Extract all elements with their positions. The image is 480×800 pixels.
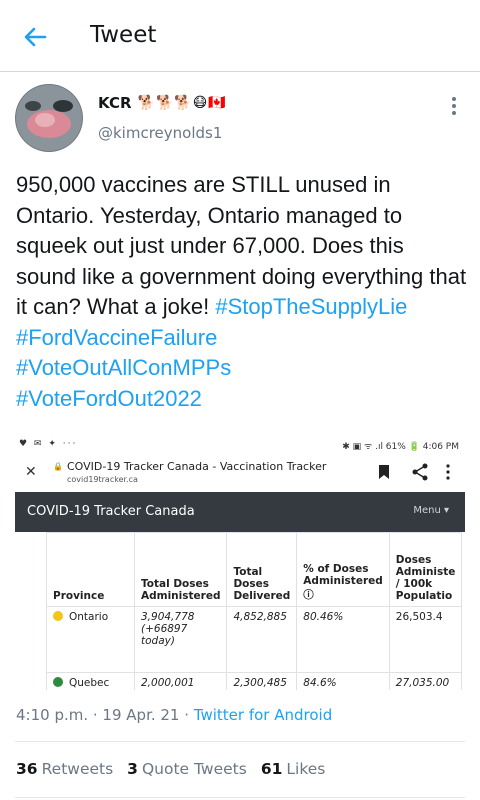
table-cell: 80.46% [296,606,390,673]
column-header: Province [46,532,135,607]
vaccination-table: Province Total Doses Administered Total … [46,532,463,690]
close-icon: ✕ [25,464,37,480]
more-options-icon[interactable] [446,94,462,118]
page-title: Tweet [90,22,157,48]
column-header: % of Doses Administered ⓘ [296,532,390,607]
site-brand: COVID-19 Tracker Canada [27,504,195,519]
hashtag-link[interactable]: #VoteFordOut2022 [16,384,468,415]
avatar-image [15,84,83,152]
table-row: Quebec 2,000,001 2,300,485 84.6% 27,035.… [46,672,463,690]
status-icons-right: ✱ ▣ ᯤ .ıl 61% 🔋 4:06 PM [342,442,459,452]
hashtag-link[interactable]: #StopTheSupplyLie [215,294,407,319]
browser-menu-icon [446,464,450,480]
table-cell: Quebec [46,672,135,690]
lock-icon: 🔒 [53,462,63,471]
table-cell: 4,852,885 [226,606,298,673]
bookmark-icon [379,465,389,479]
table-cell: 27,035.00 [388,672,463,690]
column-header: Doses Administe / 100k Populatio [388,532,463,607]
table-cell: Ontario [46,606,135,673]
status-dot-icon [53,611,63,621]
column-header: Total Doses Delivered [226,532,298,607]
back-arrow-icon[interactable] [20,22,50,52]
hashtag-link[interactable]: #FordVaccineFailure [16,325,217,350]
author-name-emoji: 🐕🐕🐕😷🇨🇦 [137,95,227,111]
site-menu: Menu ▾ [413,505,449,516]
screenshot-status-bar: ♥ ✉ ✦ ··· ✱ ▣ ᯤ .ıl 61% 🔋 4:06 PM [15,434,465,456]
browser-url: covid19tracker.ca [67,475,138,484]
table-row: Ontario 3,904,778 (+66897 today) 4,852,8… [46,606,463,673]
hashtag-link[interactable]: #VoteOutAllConMPPs [16,353,468,384]
site-navbar: COVID-19 Tracker Canada Menu ▾ [15,492,465,532]
table-cell: 2,300,485 [226,672,298,690]
share-icon [412,463,428,481]
table-header-row: Province Total Doses Administered Total … [46,532,463,607]
tweet-client-link[interactable]: Twitter for Android [194,706,332,724]
table-cell: 26,503.4 [388,606,463,673]
retweets-stat[interactable]: 36 Retweets [16,760,113,778]
table-cell: 3,904,778 (+66897 today) [133,606,228,673]
table-cell: 2,000,001 [133,672,228,690]
tweet-stats: 36 Retweets 3 Quote Tweets 61 Likes [16,760,325,778]
tweet-timestamp: 4:10 p.m. · 19 Apr. 21 · [16,706,194,724]
author-handle[interactable]: @kimcreynolds1 [98,124,222,142]
tweet-body: 950,000 vaccines are STILL unused in Ont… [16,170,468,414]
column-header: Total Doses Administered [133,532,228,607]
author-name-row[interactable]: KCR 🐕🐕🐕😷🇨🇦 [98,94,227,112]
status-dot-icon [53,677,63,687]
tweet-media-image[interactable]: ♥ ✉ ✦ ··· ✱ ▣ ᯤ .ıl 61% 🔋 4:06 PM ✕ 🔒 CO… [15,434,465,690]
status-icons-left: ♥ ✉ ✦ ··· [19,439,78,449]
divider [15,797,465,798]
author-name[interactable]: KCR [98,94,132,112]
tweet-meta: 4:10 p.m. · 19 Apr. 21 · Twitter for And… [16,706,332,724]
screenshot-browser-bar: ✕ 🔒 COVID-19 Tracker Canada - Vaccinatio… [15,456,465,492]
quote-tweets-stat[interactable]: 3 Quote Tweets [127,760,247,778]
avatar[interactable] [15,84,83,152]
divider [15,741,465,742]
top-bar: Tweet [0,0,480,72]
table-cell: 84.6% [296,672,390,690]
browser-page-title: COVID-19 Tracker Canada - Vaccination Tr… [67,460,327,473]
likes-stat[interactable]: 61 Likes [261,760,326,778]
